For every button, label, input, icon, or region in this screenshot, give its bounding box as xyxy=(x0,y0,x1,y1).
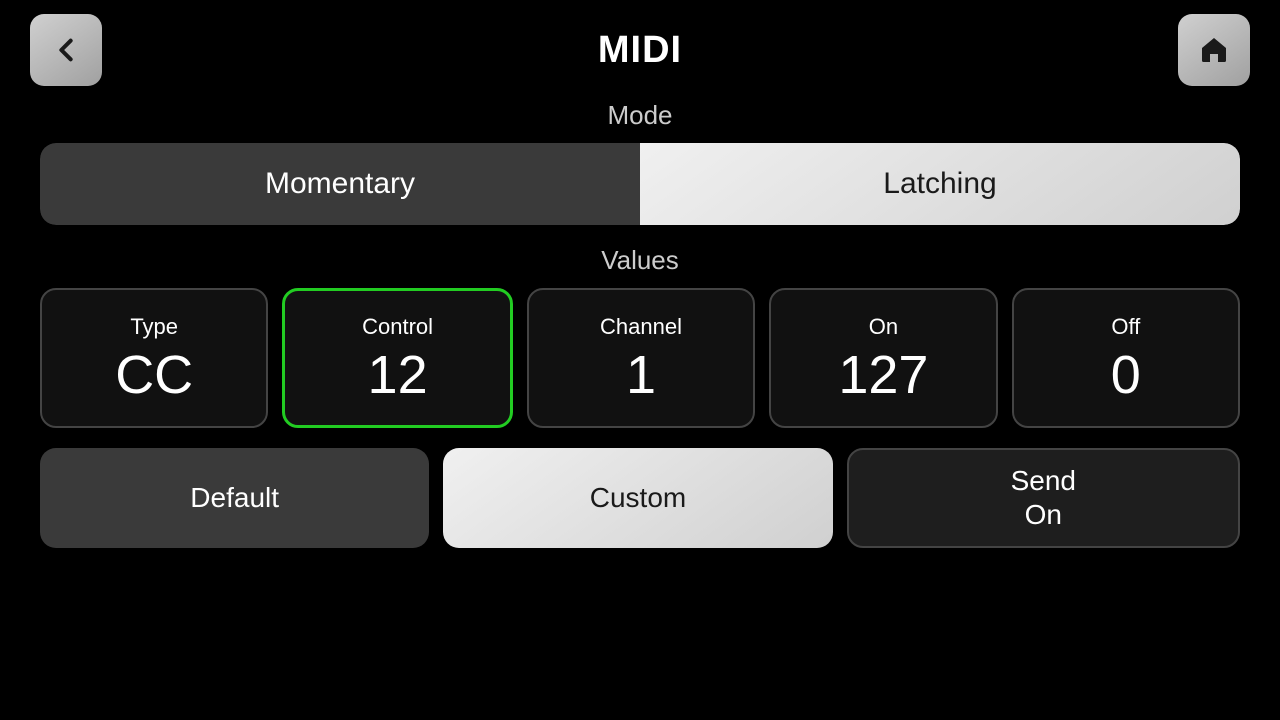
value-card-control[interactable]: Control 12 xyxy=(282,288,512,428)
value-card-on[interactable]: On 127 xyxy=(769,288,997,428)
value-card-channel-label: Channel xyxy=(600,314,682,340)
back-button[interactable] xyxy=(30,14,102,86)
custom-button[interactable]: Custom xyxy=(443,448,832,548)
value-card-off[interactable]: Off 0 xyxy=(1012,288,1240,428)
send-on-label-line1: Send xyxy=(1011,464,1076,498)
value-card-channel-value: 1 xyxy=(626,348,656,402)
page-title: MIDI xyxy=(598,29,682,72)
value-card-channel[interactable]: Channel 1 xyxy=(527,288,755,428)
home-button[interactable] xyxy=(1178,14,1250,86)
value-card-type[interactable]: Type CC xyxy=(40,288,268,428)
bottom-row: Default Custom Send On xyxy=(0,448,1280,548)
mode-section: Mode Momentary Latching xyxy=(0,100,1280,225)
values-row: Type CC Control 12 Channel 1 On 127 Off … xyxy=(40,288,1240,428)
send-on-button[interactable]: Send On xyxy=(847,448,1240,548)
header: MIDI xyxy=(0,0,1280,100)
value-card-control-value: 12 xyxy=(368,348,428,402)
value-card-on-label: On xyxy=(869,314,898,340)
mode-latching-button[interactable]: Latching xyxy=(640,143,1240,225)
values-label: Values xyxy=(40,245,1240,276)
mode-momentary-button[interactable]: Momentary xyxy=(40,143,640,225)
value-card-on-value: 127 xyxy=(838,348,928,402)
send-on-label-line2: On xyxy=(1025,498,1062,532)
chevron-left-icon xyxy=(50,34,82,66)
mode-toggle: Momentary Latching xyxy=(40,143,1240,225)
value-card-off-value: 0 xyxy=(1111,348,1141,402)
default-button[interactable]: Default xyxy=(40,448,429,548)
value-card-type-value: CC xyxy=(115,348,193,402)
value-card-type-label: Type xyxy=(130,314,178,340)
value-card-control-label: Control xyxy=(362,314,433,340)
values-section: Values Type CC Control 12 Channel 1 On 1… xyxy=(0,245,1280,428)
value-card-off-label: Off xyxy=(1111,314,1140,340)
home-icon xyxy=(1198,34,1230,66)
mode-label: Mode xyxy=(40,100,1240,131)
